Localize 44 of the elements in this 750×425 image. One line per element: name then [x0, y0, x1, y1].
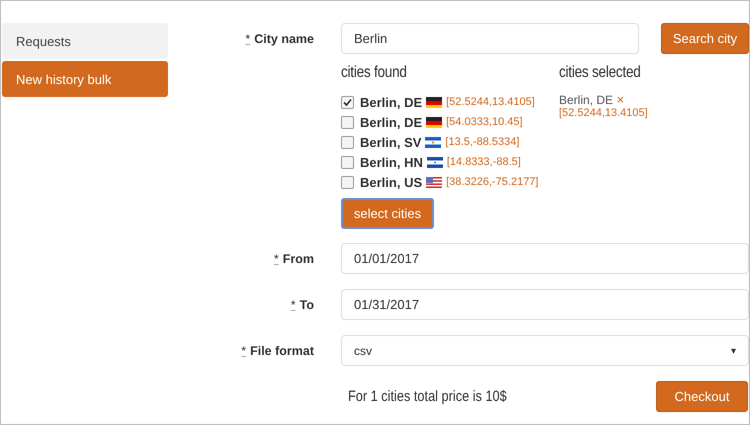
required-mark: * [274, 252, 279, 266]
section-heading: cities selected [559, 64, 641, 82]
flag-icon [426, 116, 442, 128]
field-label: City name [254, 32, 314, 46]
flag-icon [426, 176, 442, 188]
city-name: Berlin, DE [360, 114, 422, 130]
remove-icon[interactable]: × [616, 92, 624, 107]
coordinates: [13.5,-88.5334] [445, 136, 520, 148]
city-input[interactable]: Berlin [341, 23, 639, 54]
coordinates: [54.0333,10.45] [446, 116, 523, 128]
date-input[interactable]: 01/31/2017 [341, 289, 749, 320]
flag-icon [426, 96, 442, 108]
required-mark: * [245, 32, 250, 46]
section-heading: cities found [341, 64, 408, 82]
checkbox[interactable] [341, 116, 354, 128]
format-select[interactable]: csv ▾ [341, 335, 749, 366]
field-label: File format [250, 344, 314, 358]
sidebar-item[interactable]: New history bulk [2, 61, 168, 97]
price-text: For 1 cities total price is 10$ [348, 388, 508, 405]
field-label: From [282, 252, 314, 266]
selected-city: Berlin, DE [559, 93, 614, 107]
coordinates: [52.5244,13.4105] [446, 96, 535, 108]
coordinates: [38.3226,-75.2177] [446, 176, 538, 188]
checkbox[interactable] [341, 156, 354, 168]
checkbox[interactable] [341, 136, 354, 148]
city-name: Berlin, HN [360, 154, 423, 170]
checkbox[interactable] [341, 96, 354, 108]
coordinates: [14.8333,-88.5] [446, 156, 521, 168]
city-name: Berlin, DE [360, 94, 422, 110]
flag-icon [425, 136, 442, 148]
flag-icon [426, 156, 443, 168]
checkbox[interactable] [341, 176, 354, 188]
caret-icon: ▾ [731, 344, 736, 356]
coordinates: [52.5244,13.4105] [559, 107, 649, 119]
search-button[interactable]: Search city [661, 23, 749, 54]
select-cities-button[interactable]: select cities [341, 198, 434, 229]
city-name: Berlin, SV [360, 134, 422, 150]
sidebar-item[interactable]: Requests [2, 23, 168, 59]
required-mark: * [241, 344, 246, 358]
required-mark: * [290, 298, 296, 312]
date-input[interactable]: 01/01/2017 [341, 243, 749, 274]
checkout-button[interactable]: Checkout [656, 381, 748, 412]
field-label: To [300, 298, 314, 312]
city-name: Berlin, US [360, 174, 422, 190]
